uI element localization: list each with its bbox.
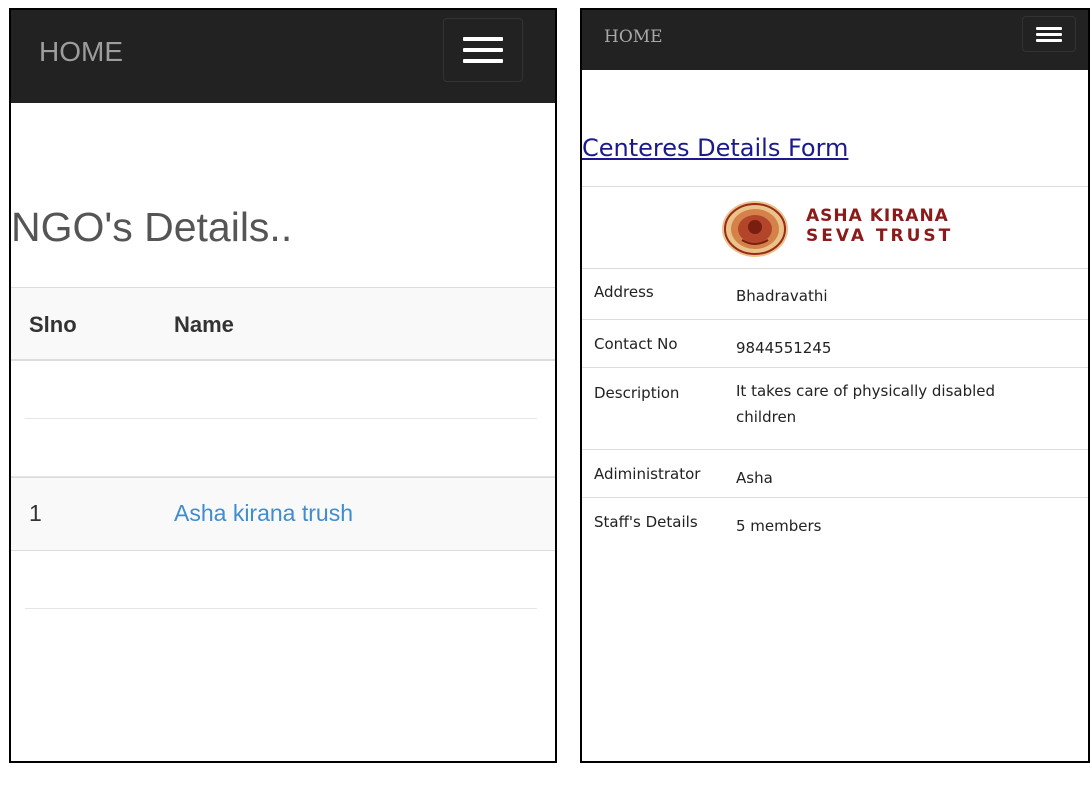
table-row-empty [25, 551, 537, 609]
detail-value: Asha [736, 469, 773, 487]
ngo-list-screen: HOME NGO's Details.. Slno Name 1 Asha ki… [9, 8, 557, 763]
detail-label: Staff's Details [594, 513, 698, 531]
table-header-row: Slno Name [11, 287, 555, 361]
navbar: HOME [582, 10, 1088, 70]
detail-label: Contact No [594, 335, 678, 353]
detail-row-administrator: Adiministrator Asha [582, 449, 1088, 497]
ngo-table: Slno Name 1 Asha kirana trush [11, 287, 555, 609]
table-row: 1 Asha kirana trush [11, 477, 555, 551]
column-header-slno: Slno [29, 312, 77, 337]
hamburger-icon-bar [1036, 33, 1062, 36]
detail-value: 5 members [736, 517, 822, 535]
ngo-name-link[interactable]: Asha kirana trush [174, 500, 353, 526]
detail-row-description: Description It takes care of physically … [582, 367, 1088, 449]
seal-emblem-icon [722, 201, 788, 257]
menu-toggle-button[interactable] [443, 18, 523, 82]
detail-row-staff: Staff's Details 5 members [582, 497, 1088, 547]
hamburger-icon-bar [1036, 39, 1062, 42]
logo-wordmark: ASHA KIRANA SEVA TRUST [806, 206, 954, 246]
detail-value: 9844551245 [736, 339, 832, 357]
center-details-table: ASHA KIRANA SEVA TRUST Address Bhadravat… [582, 186, 1088, 547]
detail-row-contact: Contact No 9844551245 [582, 319, 1088, 367]
detail-value: Bhadravathi [736, 287, 828, 305]
row-slno: 1 [29, 500, 42, 526]
logo-row: ASHA KIRANA SEVA TRUST [582, 186, 1088, 268]
detail-value: It takes care of physically disabled chi… [736, 382, 996, 426]
home-link[interactable]: HOME [604, 27, 663, 47]
menu-toggle-button[interactable] [1022, 16, 1076, 52]
hamburger-icon-bar [1036, 27, 1062, 30]
table-row-empty [11, 419, 555, 477]
detail-label: Address [594, 283, 654, 301]
hamburger-icon-bar [463, 59, 503, 63]
navbar: HOME [11, 10, 555, 103]
hamburger-icon-bar [463, 37, 503, 41]
asha-kirana-logo: ASHA KIRANA SEVA TRUST [720, 200, 970, 258]
detail-label: Description [594, 384, 680, 402]
page-title: NGO's Details.. [11, 204, 293, 250]
hamburger-icon-bar [463, 48, 503, 52]
table-row-empty [25, 361, 537, 419]
home-link[interactable]: HOME [39, 36, 123, 68]
detail-label: Adiministrator [594, 465, 701, 483]
detail-row-address: Address Bhadravathi [582, 268, 1088, 319]
column-header-name: Name [174, 312, 234, 337]
form-title-link[interactable]: Centeres Details Form [582, 134, 848, 162]
center-details-screen: HOME Centeres Details Form ASHA KIRANA S… [580, 8, 1090, 763]
